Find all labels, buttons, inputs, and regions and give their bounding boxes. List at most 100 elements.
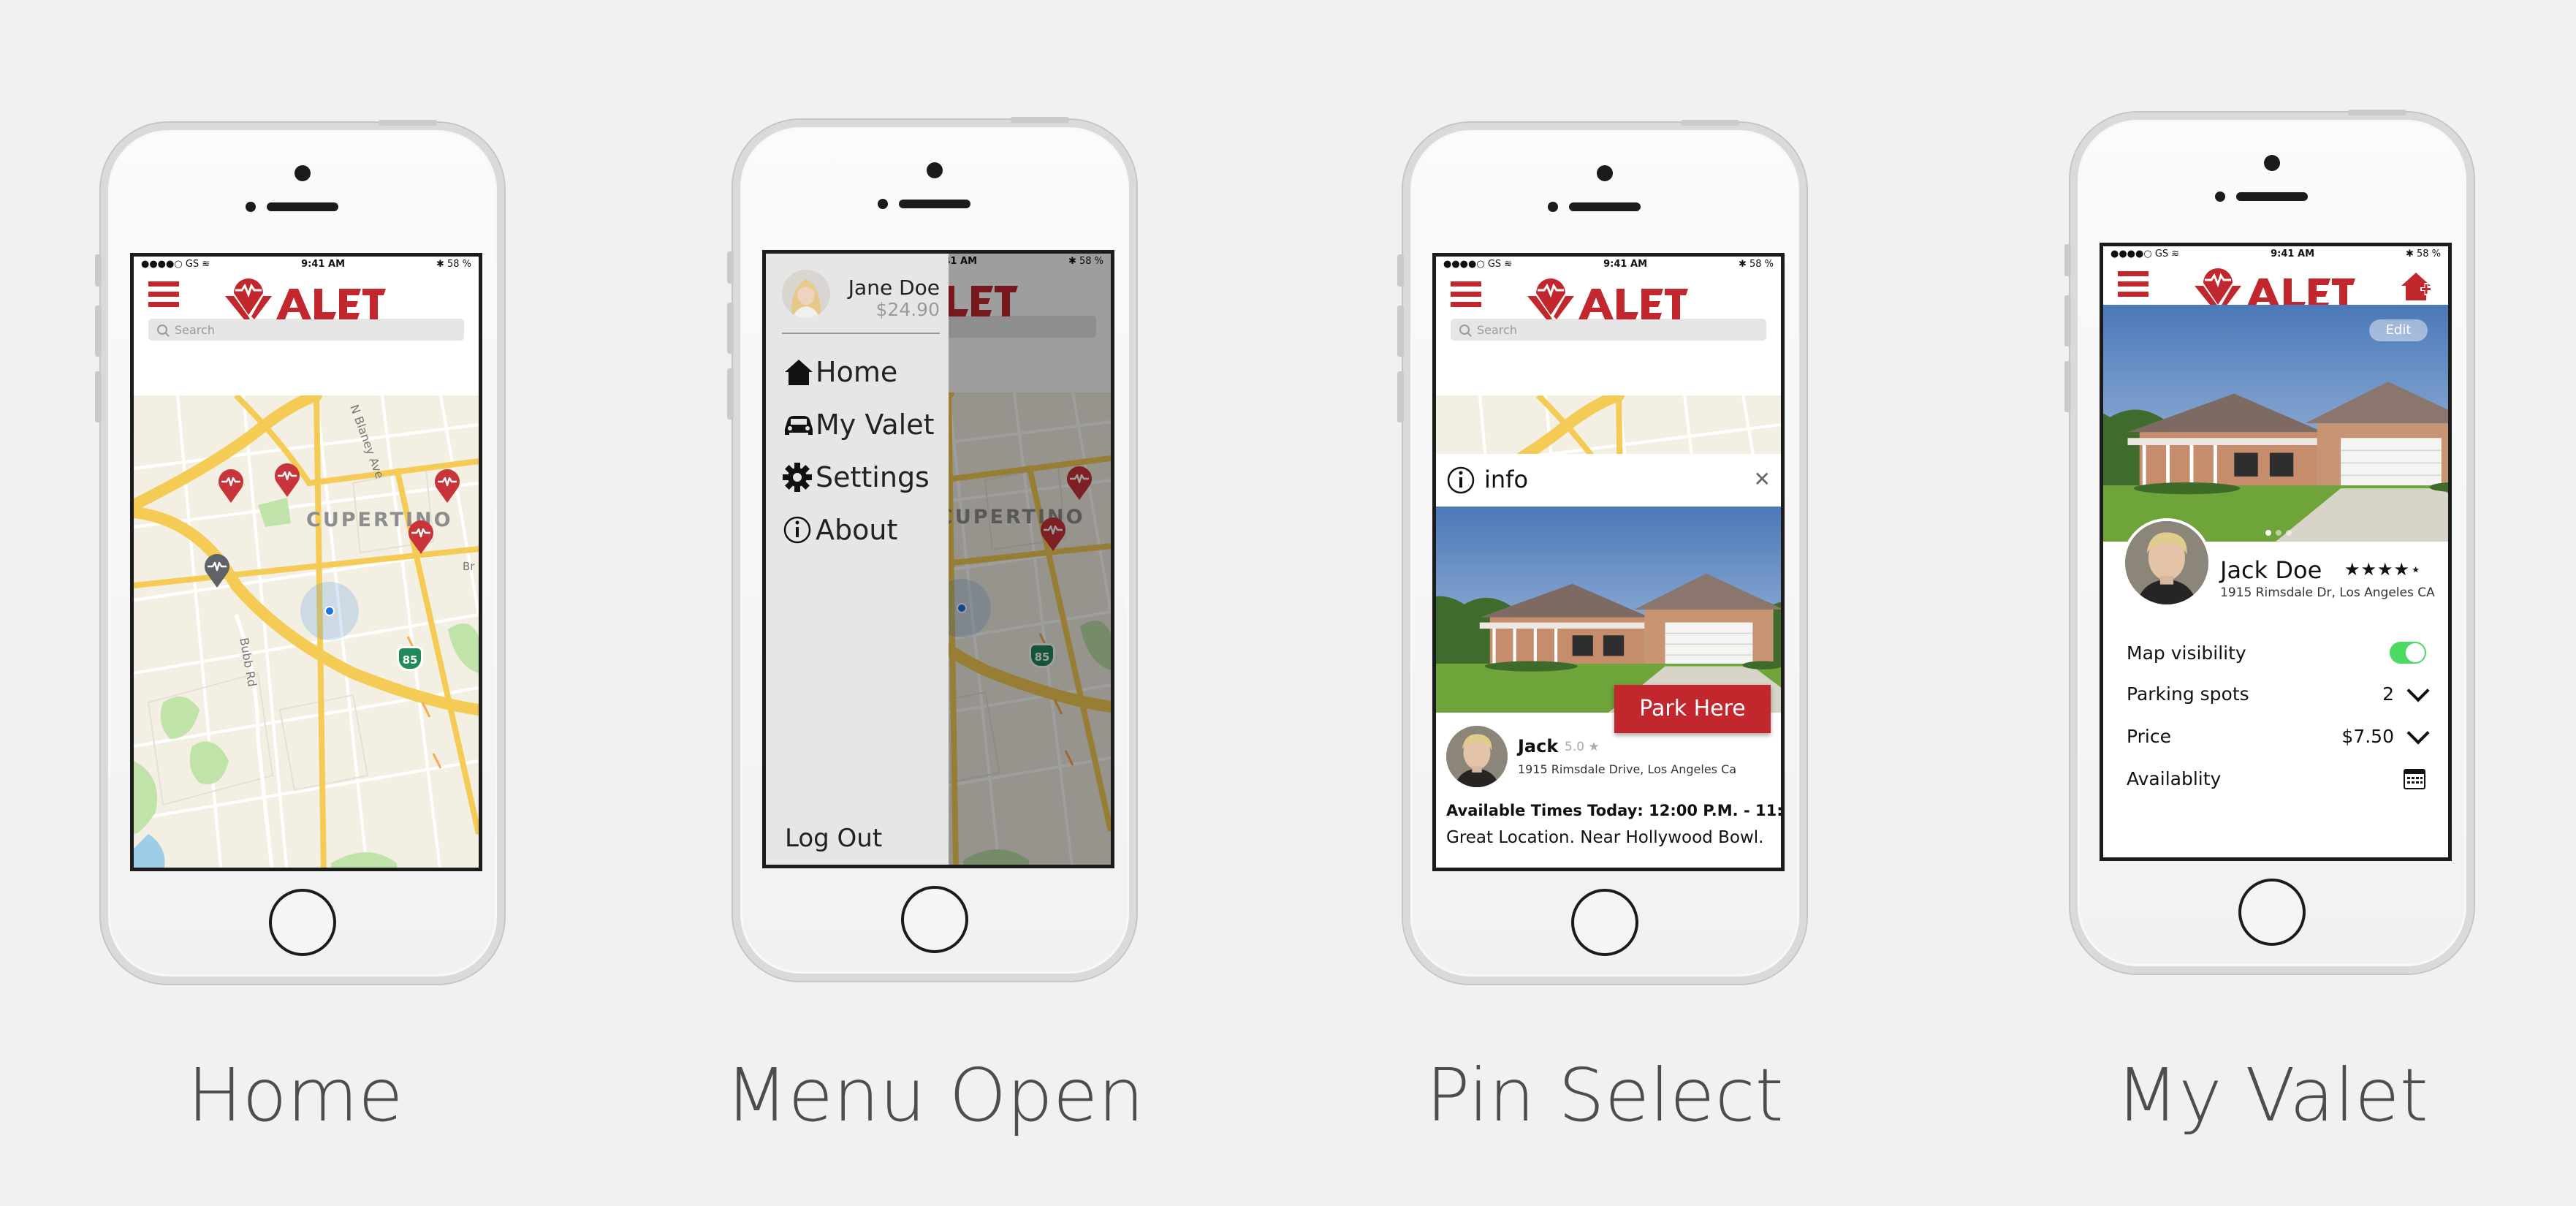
front-camera [295, 165, 311, 181]
volume-down-button [727, 368, 734, 420]
menu-item-home[interactable]: Home [782, 356, 897, 388]
info-card: info ✕ Park Here Jack 5.0 ★ 1915 Rimsdal… [1436, 454, 1781, 868]
user-balance: $24.90 [875, 299, 940, 320]
parking-pin[interactable] [273, 463, 302, 498]
carrier-signal: ●●●●○ GS ≋ [2110, 248, 2180, 259]
battery-indicator: ✱ 58 % [1738, 258, 1774, 270]
home-button[interactable] [901, 886, 968, 953]
screen: ●●●●○ GS ≋ 9:41 AM ✱ 58 % Search CUPERTI… [130, 253, 482, 871]
home-button[interactable] [2238, 879, 2306, 946]
info-card-title: info [1484, 466, 1529, 493]
volume-up-button [95, 306, 102, 357]
home-button[interactable] [269, 889, 336, 956]
setting-label: Price [2127, 725, 2171, 747]
search-placeholder: Search [1477, 322, 1517, 337]
parking-pin[interactable] [433, 469, 462, 504]
add-home-icon[interactable] [2400, 271, 2433, 302]
setting-availability[interactable]: Availablity [2127, 764, 2426, 793]
setting-price[interactable]: Price $7.50 [2127, 721, 2430, 751]
map-visibility-toggle[interactable] [2390, 642, 2426, 664]
mute-switch [2064, 244, 2071, 276]
power-button [379, 120, 437, 126]
side-menu: Jane Doe $24.90 Home My Valet Settings A… [766, 254, 949, 865]
map-tiles [134, 395, 479, 871]
volume-up-button [2064, 295, 2071, 346]
power-button [1681, 120, 1739, 126]
map-view[interactable] [1436, 395, 1781, 454]
setting-label: Map visibility [2127, 642, 2246, 664]
owner-star-rating: ★★★★⋆ [2344, 559, 2423, 580]
valet-logo [1520, 271, 1688, 322]
volume-down-button [2064, 361, 2071, 412]
parking-pin-gray[interactable] [202, 553, 232, 588]
front-camera [1597, 165, 1613, 181]
volume-down-button [95, 371, 102, 422]
menu-divider [782, 333, 940, 334]
app-header [134, 271, 479, 315]
chevron-down-icon[interactable] [2406, 721, 2430, 745]
availability-text: Available Times Today: 12:00 P.M. - 11:0… [1446, 802, 1783, 819]
calendar-icon[interactable] [2403, 767, 2426, 790]
car-icon [785, 416, 813, 435]
setting-map-visibility: Map visibility [2127, 638, 2426, 667]
earpiece-speaker [267, 202, 338, 211]
chevron-down-icon[interactable] [2406, 679, 2430, 702]
clock: 9:41 AM [301, 258, 345, 270]
power-button [1011, 117, 1069, 123]
battery-indicator: ✱ 58 % [2405, 248, 2441, 259]
volume-down-button [1397, 371, 1404, 422]
hamburger-menu-icon[interactable] [2118, 271, 2148, 297]
photo-page-dots [2265, 530, 2292, 536]
info-icon [1447, 466, 1475, 494]
screen-caption: Pin Select [1426, 1053, 1784, 1138]
status-bar: ●●●●○ GS ≋ 9:41 AM ✱ 58 % [134, 257, 479, 271]
status-bar: ●●●●○ GS ≋ 9:41 AM ✱ 58 % [2103, 246, 2448, 261]
mute-switch [727, 251, 734, 284]
valet-logo [218, 271, 386, 322]
parking-pin[interactable] [216, 469, 246, 504]
host-address: 1915 Rimsdale Drive, Los Angeles Ca [1518, 762, 1737, 776]
earpiece-speaker [899, 200, 970, 208]
phone-menu-open: ●●●●○ GS ≋ 9:41 AM ✱ 58 % Search CUPERTI… [727, 117, 1136, 981]
proximity-sensor [878, 199, 888, 209]
info-card-header: info ✕ [1436, 454, 1781, 507]
clock: 9:41 AM [2271, 248, 2314, 259]
hamburger-menu-icon[interactable] [148, 281, 179, 308]
volume-up-button [727, 303, 734, 354]
logout-button[interactable]: Log Out [785, 824, 882, 853]
parking-spots-value: 2 [2382, 683, 2394, 705]
owner-name: Jack Doe [2220, 556, 2322, 584]
map-tiles [1436, 395, 1781, 454]
edit-button[interactable]: Edit [2369, 319, 2428, 341]
owner-address: 1915 Rimsdale Dr, Los Angeles CA [2220, 585, 2435, 600]
gear-icon [783, 463, 812, 492]
menu-item-label: Home [816, 356, 898, 388]
setting-parking-spots[interactable]: Parking spots 2 [2127, 679, 2430, 708]
close-icon[interactable]: ✕ [1754, 467, 1771, 491]
proximity-sensor [2215, 191, 2225, 202]
front-camera [2264, 155, 2280, 171]
user-name: Jane Doe [848, 276, 940, 300]
highway-shield: 85 [397, 646, 423, 671]
user-avatar [782, 270, 830, 318]
house-icon [785, 360, 813, 385]
map-view[interactable]: CUPERTINO Bubb Rd N Blaney Ave Br 85 [134, 395, 479, 871]
carrier-signal: ●●●●○ GS ≋ [141, 258, 210, 270]
parking-pin[interactable] [406, 520, 436, 555]
hamburger-menu-icon[interactable] [1451, 281, 1481, 308]
menu-item-settings[interactable]: Settings [782, 461, 930, 493]
search-icon [1459, 325, 1470, 335]
park-here-button[interactable]: Park Here [1614, 685, 1771, 733]
front-camera [927, 162, 943, 178]
home-button[interactable] [1571, 889, 1638, 956]
proximity-sensor [246, 202, 256, 212]
search-icon [157, 325, 167, 335]
menu-item-about[interactable]: About [782, 514, 897, 546]
parking-spot-photo [1436, 507, 1781, 713]
menu-item-label: Settings [816, 461, 930, 493]
status-bar: ●●●●○ GS ≋ 9:41 AM ✱ 58 % [1436, 257, 1781, 271]
menu-item-my-valet[interactable]: My Valet [782, 409, 935, 441]
menu-backdrop-overlay[interactable] [949, 254, 1111, 865]
earpiece-speaker [2236, 192, 2308, 201]
app-header [2103, 261, 2448, 305]
